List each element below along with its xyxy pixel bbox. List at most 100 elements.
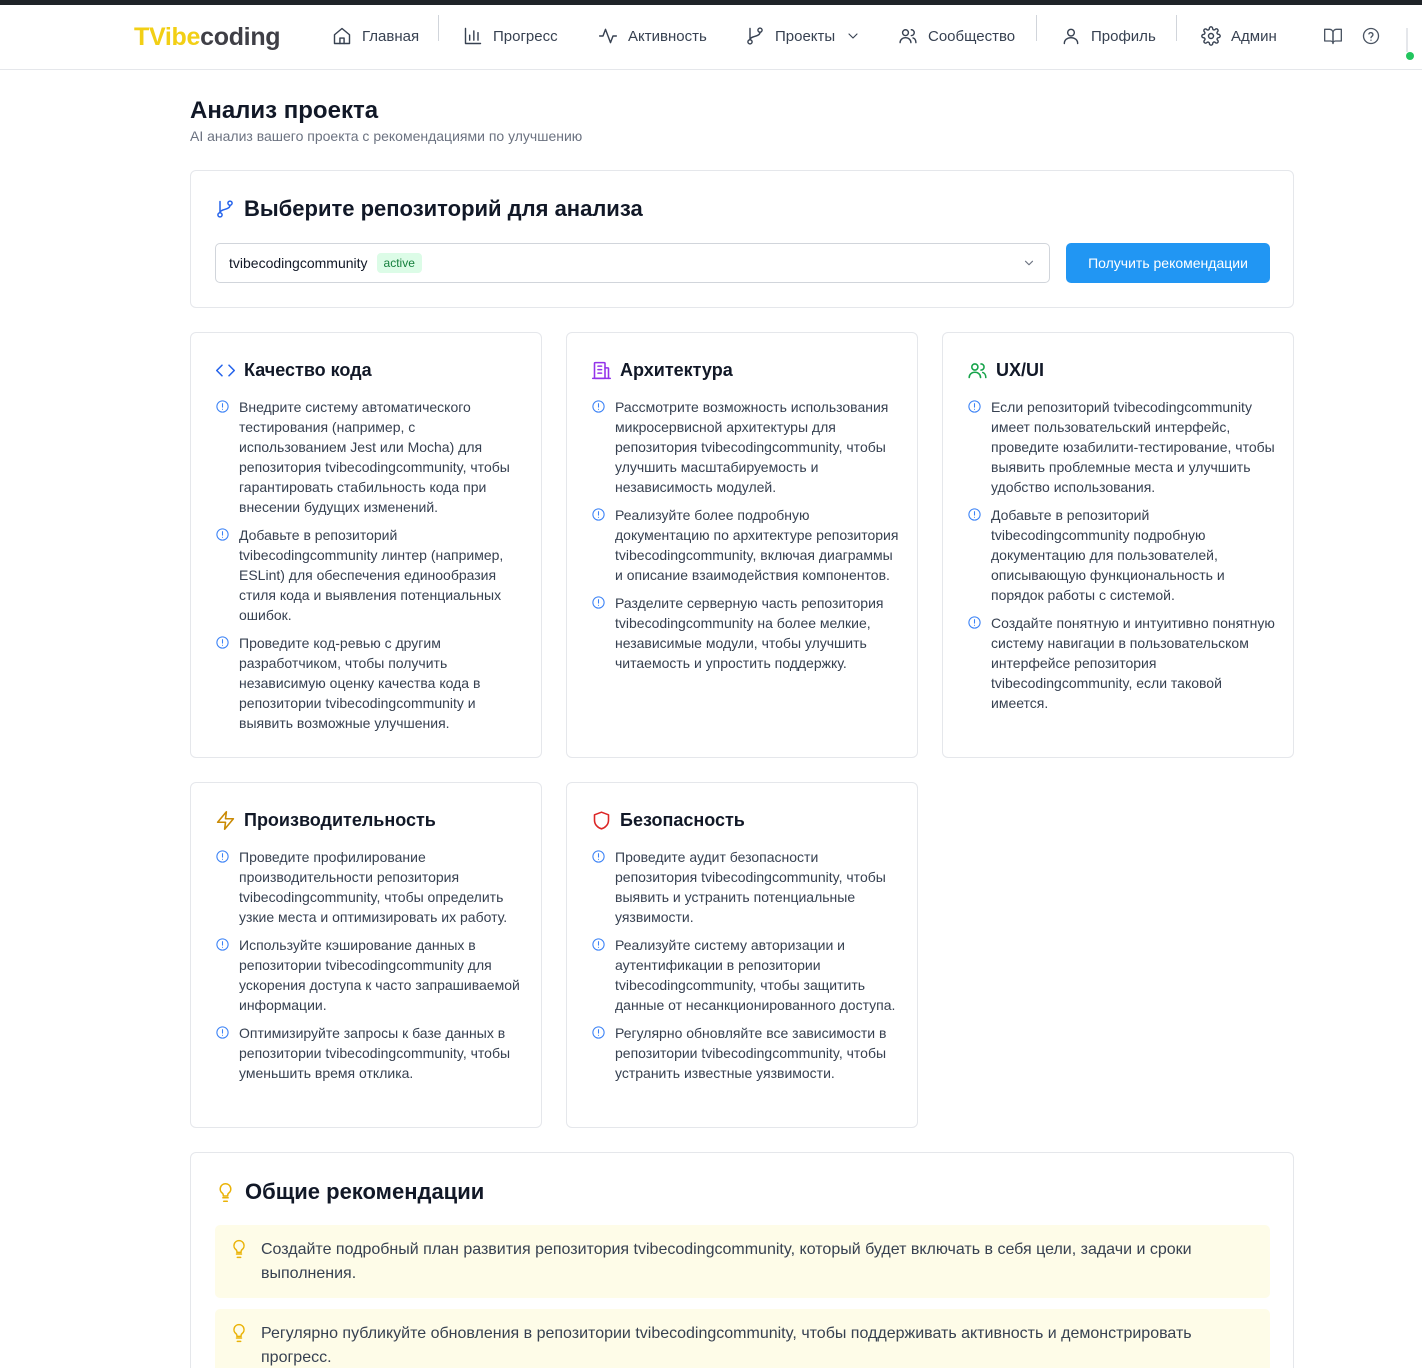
chevron-down-icon <box>848 33 858 39</box>
git-branch-icon <box>747 27 763 45</box>
chevron-down-icon <box>1024 260 1034 266</box>
top-navigation: TVibecoding Главная Прогресс Активность … <box>0 5 1422 70</box>
nav-progress[interactable]: Прогресс <box>463 25 558 47</box>
online-status-dot <box>1406 52 1414 60</box>
logo[interactable]: TVibecoding <box>134 23 281 52</box>
nav-community-label: Сообщество <box>928 27 1016 45</box>
activity-icon <box>598 28 618 44</box>
page-title: Анализ проекта <box>190 97 379 124</box>
repo-selector-title-text: Выберите репозиторий для анализа <box>244 196 643 221</box>
category-title: Архитектура <box>591 360 733 381</box>
recommendation-list: Проведите профилирование производительно… <box>215 847 525 1091</box>
recommendation-list: Если репозиторий tvibecodingcommunity им… <box>967 397 1277 721</box>
nav-activity[interactable]: Активность <box>598 25 707 47</box>
info-circle-icon <box>592 508 605 521</box>
list-item: Оптимизируйте запросы к базе данных в ре… <box>215 1023 525 1083</box>
nav-divider <box>1036 15 1037 41</box>
nav-profile[interactable]: Профиль <box>1061 25 1156 47</box>
repo-selector-title: Выберите репозиторий для анализа <box>215 196 643 222</box>
list-item: Добавьте в репозиторий tvibecodingcommun… <box>215 525 525 625</box>
nav-progress-label: Прогресс <box>493 27 558 45</box>
info-circle-icon <box>592 1026 605 1039</box>
info-circle-icon <box>592 938 605 951</box>
status-indicator-line <box>1406 28 1408 52</box>
list-item: Используйте кэширование данных в репозит… <box>215 935 525 1015</box>
list-item: Рассмотрите возможность использования ми… <box>591 397 901 497</box>
info-circle-icon <box>216 636 229 649</box>
list-item: Реализуйте систему авторизации и аутенти… <box>591 935 901 1015</box>
general-recommendations-title-text: Общие рекомендации <box>245 1179 485 1204</box>
category-card-performance: Производительность Проведите профилирова… <box>190 782 542 1128</box>
general-recommendation-item: Создайте подробный план развития репозит… <box>215 1225 1270 1298</box>
info-circle-icon <box>968 400 981 413</box>
list-item: Регулярно обновляйте все зависимости в р… <box>591 1023 901 1083</box>
category-title-text: Качество кода <box>244 360 372 380</box>
nav-admin[interactable]: Админ <box>1201 25 1277 47</box>
recommendation-list: Рассмотрите возможность использования ми… <box>591 397 901 681</box>
lightbulb-icon <box>233 1323 245 1343</box>
info-circle-icon <box>592 400 605 413</box>
category-title-text: Архитектура <box>620 360 733 380</box>
shield-icon <box>593 811 610 830</box>
info-circle-icon <box>216 1026 229 1039</box>
info-circle-icon <box>968 616 981 629</box>
info-circle-icon <box>592 596 605 609</box>
list-item: Проведите код-ревью с другим разработчик… <box>215 633 525 733</box>
nav-divider <box>1176 15 1177 41</box>
category-title-text: Производительность <box>244 810 436 830</box>
category-card-ux-ui: UX/UI Если репозиторий tvibecodingcommun… <box>942 332 1294 758</box>
book-open-icon <box>1324 28 1342 45</box>
repo-select-value: tvibecodingcommunity <box>229 255 368 271</box>
zap-icon <box>216 810 235 831</box>
info-circle-icon <box>968 508 981 521</box>
info-circle-icon <box>216 528 229 541</box>
repo-select[interactable]: tvibecodingcommunity active <box>215 243 1050 283</box>
nav-activity-label: Активность <box>628 27 707 45</box>
docs-button[interactable] <box>1323 26 1343 46</box>
category-title: Безопасность <box>591 810 745 831</box>
category-card-code-quality: Качество кода Внедрите систему автоматич… <box>190 332 542 758</box>
category-title-text: Безопасность <box>620 810 745 830</box>
help-button[interactable] <box>1361 26 1381 46</box>
category-title: Производительность <box>215 810 436 831</box>
building-icon <box>591 361 612 380</box>
category-title: Качество кода <box>215 360 372 381</box>
bar-chart-icon <box>464 27 482 45</box>
repo-selector-card: Выберите репозиторий для анализа tvibeco… <box>190 170 1294 308</box>
recommendation-list: Проведите аудит безопасности репозитория… <box>591 847 901 1091</box>
page-subtitle: AI анализ вашего проекта с рекомендациям… <box>190 128 583 144</box>
get-recommendations-button[interactable]: Получить рекомендации <box>1066 243 1270 283</box>
nav-projects[interactable]: Проекты <box>745 25 861 47</box>
list-item: Если репозиторий tvibecodingcommunity им… <box>967 397 1277 497</box>
list-item: Внедрите систему автоматического тестиро… <box>215 397 525 517</box>
general-recommendations-card: Общие рекомендации Создайте подробный пл… <box>190 1152 1294 1368</box>
nav-projects-label: Проекты <box>775 27 836 45</box>
users-icon <box>899 29 917 44</box>
general-recommendations-title: Общие рекомендации <box>215 1179 484 1205</box>
nav-community[interactable]: Сообщество <box>898 25 1015 47</box>
nav-home-label: Главная <box>362 27 420 45</box>
info-circle-icon <box>592 850 605 863</box>
list-item: Разделите серверную часть репозитория tv… <box>591 593 901 673</box>
category-card-security: Безопасность Проведите аудит безопасност… <box>566 782 918 1128</box>
status-badge: active <box>376 253 422 273</box>
home-icon <box>333 27 351 45</box>
info-circle-icon <box>216 850 229 863</box>
general-recommendation-item: Регулярно публикуйте обновления в репози… <box>215 1309 1270 1368</box>
info-circle-icon <box>216 400 229 413</box>
list-item: Проведите профилирование производительно… <box>215 847 525 927</box>
list-item: Добавьте в репозиторий tvibecodingcommun… <box>967 505 1277 605</box>
nav-home[interactable]: Главная <box>332 25 419 47</box>
recommendation-list: Внедрите систему автоматического тестиро… <box>215 397 525 741</box>
info-circle-icon <box>216 938 229 951</box>
users-icon <box>968 363 987 379</box>
nav-divider <box>438 15 439 41</box>
lightbulb-icon <box>233 1239 245 1259</box>
category-card-architecture: Архитектура Рассмотрите возможность испо… <box>566 332 918 758</box>
nav-profile-label: Профиль <box>1091 27 1156 45</box>
category-title-text: UX/UI <box>996 360 1045 380</box>
user-icon <box>1063 28 1079 45</box>
nav-admin-label: Админ <box>1231 27 1277 45</box>
gear-icon <box>1201 26 1221 46</box>
lightbulb-icon <box>219 1182 232 1202</box>
